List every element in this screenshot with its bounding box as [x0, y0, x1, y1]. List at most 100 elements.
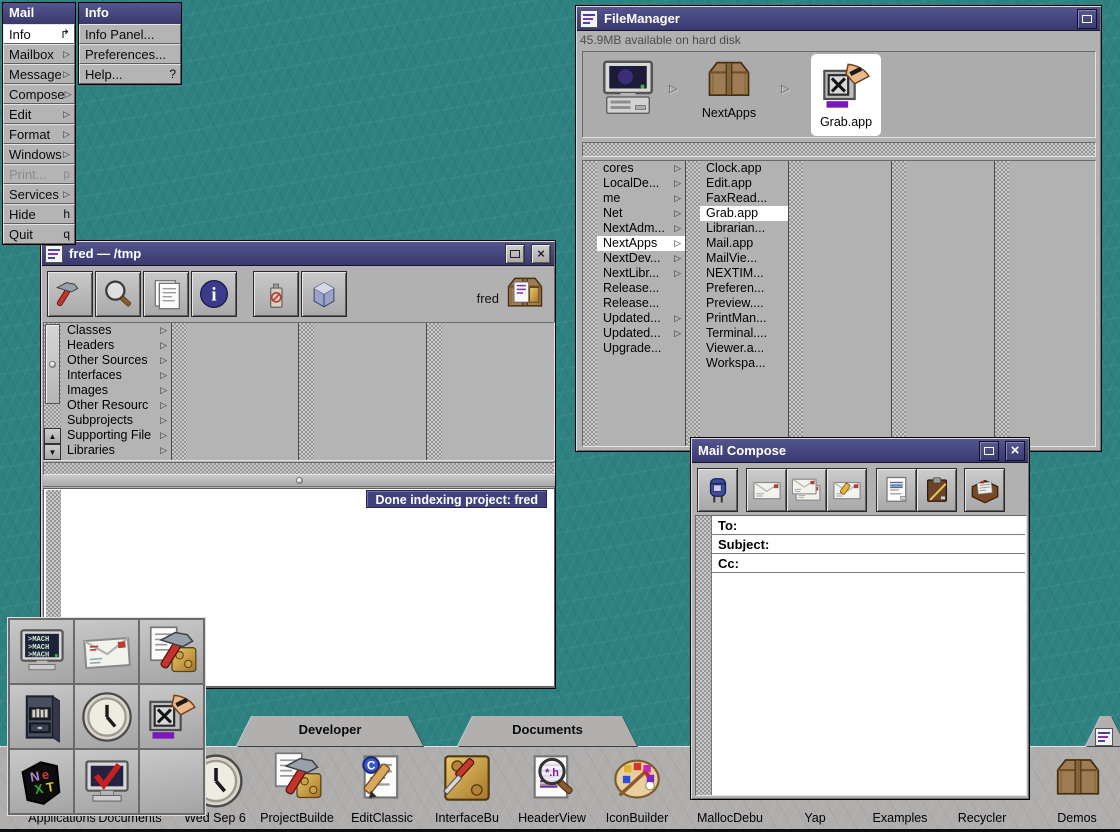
grab-app-shelf-item[interactable]: Grab.app — [811, 54, 881, 136]
computer-icon[interactable] — [597, 58, 659, 118]
file-item-selected[interactable]: NextApps▷ — [597, 236, 685, 251]
filemanager-titlebar[interactable]: FileManager — [577, 7, 1100, 31]
addressbook-button[interactable] — [964, 468, 1005, 512]
debug-button[interactable] — [301, 271, 347, 317]
file-item[interactable]: NextDev...▷ — [597, 251, 685, 266]
miniaturize-button[interactable] — [505, 244, 525, 264]
pane-splitter[interactable] — [43, 475, 555, 487]
file-item[interactable]: NextLibr...▷ — [597, 266, 685, 281]
dock-projectbuilder-icon[interactable] — [271, 752, 323, 804]
menu-item-print[interactable]: Print...p — [3, 164, 75, 184]
file-item[interactable]: me▷ — [597, 191, 685, 206]
grid-mail-icon[interactable] — [75, 620, 138, 683]
grid-next-logo-icon[interactable]: NeXT — [10, 750, 73, 813]
clean-button[interactable] — [253, 271, 299, 317]
file-item[interactable]: Mail.app — [700, 236, 788, 251]
column-scrollstrip[interactable] — [892, 161, 906, 446]
column-scrollstrip[interactable] — [995, 161, 1009, 446]
miniaturize-button[interactable] — [1077, 9, 1097, 29]
menu-item-format[interactable]: Format▷ — [3, 124, 75, 144]
dock-headerview-icon[interactable]: *.h — [526, 752, 578, 804]
grid-cabinet-icon[interactable] — [10, 685, 73, 748]
addresses-button[interactable] — [746, 468, 787, 512]
clipboard-button[interactable] — [916, 468, 957, 512]
file-item[interactable]: FaxRead... — [700, 191, 788, 206]
empty-column-scrollstrip[interactable] — [299, 323, 314, 460]
file-item[interactable]: Terminal.... — [700, 326, 788, 341]
dock-interfacebuilder-icon[interactable] — [441, 752, 493, 804]
menu-item-hide[interactable]: Hideh — [3, 204, 75, 224]
file-item[interactable]: Preferen... — [700, 281, 788, 296]
file-item[interactable]: LocalDe...▷ — [597, 176, 685, 191]
file-item-selected[interactable]: Grab.app — [700, 206, 788, 221]
file-item[interactable]: NEXTIM... — [700, 266, 788, 281]
file-item[interactable]: Edit.app — [700, 176, 788, 191]
file-item[interactable]: PrintMan... — [700, 311, 788, 326]
menu-item-info[interactable]: Info↱ — [3, 24, 75, 44]
browser-item[interactable]: Libraries▷ — [61, 443, 171, 458]
letter-button[interactable] — [876, 468, 917, 512]
file-item[interactable]: Release... — [597, 296, 685, 311]
column-scrollstrip[interactable] — [789, 161, 803, 446]
compose-scrollstrip[interactable] — [696, 516, 711, 795]
file-item[interactable]: MailVie... — [700, 251, 788, 266]
scrollbar-knob[interactable] — [45, 324, 60, 404]
mail-menu-title[interactable]: Mail — [3, 3, 75, 24]
subject-field[interactable]: Subject: — [712, 535, 1025, 554]
menu-item-compose[interactable]: Compose▷ — [3, 84, 75, 104]
file-item[interactable]: Librarian... — [700, 221, 788, 236]
menu-item-info-panel[interactable]: Info Panel... — [79, 24, 181, 44]
browser-item[interactable]: Other Resourc▷ — [61, 398, 171, 413]
fred-titlebar[interactable]: fred — /tmp × — [42, 242, 554, 266]
file-item[interactable]: Preview.... — [700, 296, 788, 311]
browser-item[interactable]: Subprojects▷ — [61, 413, 171, 428]
compose-button[interactable] — [826, 468, 867, 512]
close-button[interactable]: × — [1005, 441, 1025, 461]
menu-item-preferences[interactable]: Preferences... — [79, 44, 181, 64]
menu-item-quit[interactable]: Quitq — [3, 224, 75, 244]
file-item[interactable]: Viewer.a... — [700, 341, 788, 356]
build-button[interactable] — [47, 271, 93, 317]
file-item[interactable]: Net▷ — [597, 206, 685, 221]
menu-item-edit[interactable]: Edit▷ — [3, 104, 75, 124]
menu-item-message[interactable]: Message▷ — [3, 64, 75, 84]
menu-item-help[interactable]: Help...? — [79, 64, 181, 84]
cc-field[interactable]: Cc: — [712, 554, 1025, 573]
file-item[interactable]: Clock.app — [700, 161, 788, 176]
menu-item-services[interactable]: Services▷ — [3, 184, 75, 204]
compose-titlebar[interactable]: Mail Compose × — [692, 439, 1028, 463]
file-item[interactable]: Workspa... — [700, 356, 788, 371]
empty-column-scrollstrip[interactable] — [172, 323, 187, 460]
files-button[interactable] — [143, 271, 189, 317]
dock-editclassic-icon[interactable]: C — [356, 752, 408, 804]
deliver-button[interactable] — [697, 468, 738, 512]
column-scrollstrip[interactable] — [583, 161, 597, 446]
mailboxes-button[interactable] — [786, 468, 827, 512]
scroll-down-button[interactable]: ▼ — [44, 444, 61, 460]
file-item[interactable]: Release... — [597, 281, 685, 296]
find-button[interactable] — [95, 271, 141, 317]
tab-partial-right[interactable] — [1086, 716, 1120, 746]
inspector-button[interactable]: i — [191, 271, 237, 317]
file-item[interactable]: cores▷ — [597, 161, 685, 176]
dock-iconbuilder-icon[interactable] — [611, 752, 663, 804]
menu-item-windows[interactable]: Windows▷ — [3, 144, 75, 164]
column-scrollstrip[interactable] — [686, 161, 700, 446]
tab-documents[interactable]: Documents — [458, 716, 637, 746]
grid-installer-icon[interactable] — [75, 750, 138, 813]
miniaturize-button[interactable] — [979, 441, 999, 461]
browser-item[interactable]: Classes▷ — [61, 323, 171, 338]
project-briefcase-icon[interactable] — [503, 269, 547, 317]
to-field[interactable]: To: — [712, 516, 1025, 535]
browser-item[interactable]: Supporting File▷ — [61, 428, 171, 443]
grid-clock-icon[interactable] — [75, 685, 138, 748]
browser-item[interactable]: Interfaces▷ — [61, 368, 171, 383]
file-item[interactable]: NextAdm...▷ — [597, 221, 685, 236]
browser-item[interactable]: Images▷ — [61, 383, 171, 398]
close-button[interactable]: × — [531, 244, 551, 264]
grid-grab-icon[interactable] — [140, 685, 203, 748]
file-item[interactable]: Upgrade... — [597, 341, 685, 356]
scroll-up-button[interactable]: ▲ — [44, 428, 61, 444]
browser-item[interactable]: Headers▷ — [61, 338, 171, 353]
file-item[interactable]: Updated...▷ — [597, 311, 685, 326]
